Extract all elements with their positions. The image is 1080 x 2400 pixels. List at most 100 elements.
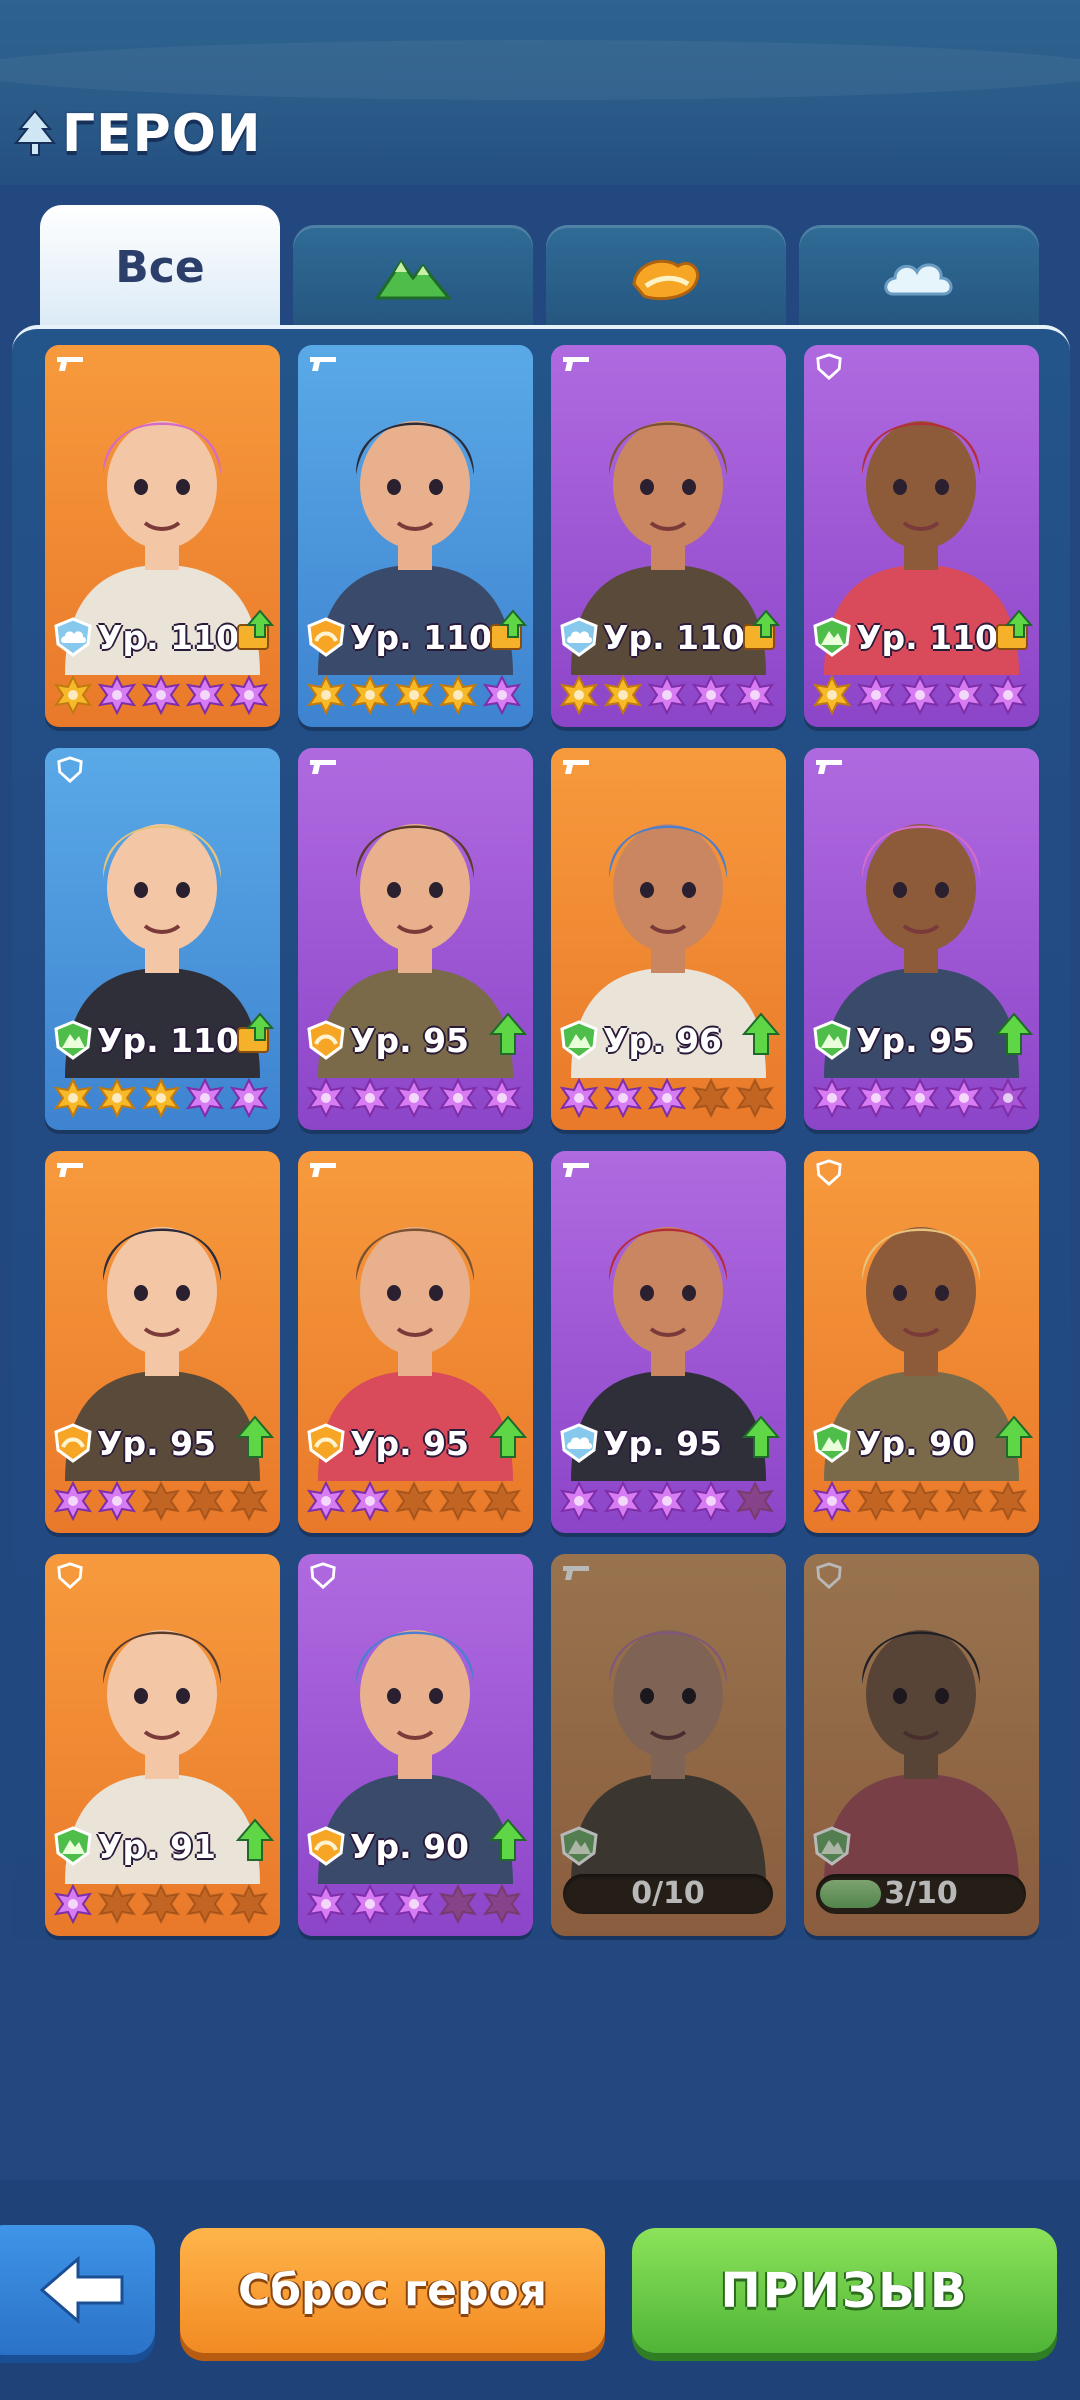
pistol-class-icon: [57, 357, 83, 371]
page-header: ГЕРОИ: [14, 104, 262, 164]
cloud-element-icon: [560, 1423, 598, 1463]
upgrade-arrow-icon[interactable]: [236, 1415, 274, 1459]
upgrade-arrow-icon[interactable]: [742, 1012, 780, 1056]
purple-star-icon: [394, 1078, 434, 1118]
reset-hero-button[interactable]: Сброс героя: [180, 2228, 605, 2353]
purple-star-icon: [306, 1481, 346, 1521]
hero-level: Ур. 95: [603, 1423, 723, 1463]
mountain-element-icon: [813, 1423, 851, 1463]
cloud-element-icon: [54, 617, 92, 657]
hero-card[interactable]: Ур. 90: [804, 1151, 1039, 1533]
shield-class-icon: [57, 756, 83, 784]
hero-level: Ур. 95: [856, 1020, 976, 1060]
upgrade-book-icon[interactable]: [995, 609, 1033, 653]
hero-level: Ур. 96: [603, 1020, 723, 1060]
sun-element-icon: [307, 617, 345, 657]
purple-star-icon: [900, 1078, 940, 1118]
empty-star-icon: [735, 1078, 775, 1118]
hero-stars: [53, 1481, 275, 1521]
purple-star-icon: [900, 675, 940, 715]
hero-stars: [559, 1078, 781, 1118]
gold-star-icon: [559, 675, 599, 715]
hero-card[interactable]: Ур. 95: [298, 748, 533, 1130]
upgrade-book-icon[interactable]: [742, 609, 780, 653]
empty-star-icon: [97, 1884, 137, 1924]
purple-star-icon: [306, 1884, 346, 1924]
pistol-class-icon: [563, 1566, 589, 1580]
pistol-class-icon: [563, 357, 589, 371]
purple-star-icon: [141, 675, 181, 715]
hero-level: Ур. 110: [97, 1020, 239, 1060]
purple-star-icon: [691, 675, 731, 715]
purple-star-icon: [350, 1481, 390, 1521]
hero-card[interactable]: Ур. 110: [298, 345, 533, 727]
hero-stars: [559, 675, 781, 715]
purple-star-icon: [394, 1884, 434, 1924]
purple-star-icon: [691, 1481, 731, 1521]
purple-star-icon: [185, 1078, 225, 1118]
upgrade-book-icon[interactable]: [489, 609, 527, 653]
upgrade-book-icon[interactable]: [236, 1012, 274, 1056]
tab-mountain[interactable]: [293, 225, 533, 330]
mountain-element-icon: [560, 1826, 598, 1866]
purple-star-icon: [812, 1078, 852, 1118]
hero-card[interactable]: Ур. 91: [45, 1554, 280, 1936]
hero-stars: [812, 1481, 1034, 1521]
mountain-element-icon: [813, 1020, 851, 1060]
empty-star-icon: [482, 1884, 522, 1924]
hero-level: Ур. 110: [97, 617, 239, 657]
empty-star-icon: [735, 1481, 775, 1521]
upgrade-arrow-icon[interactable]: [742, 1415, 780, 1459]
hero-card[interactable]: Ур. 110: [551, 345, 786, 727]
empty-star-icon: [988, 1481, 1028, 1521]
shield-class-icon: [816, 353, 842, 381]
element-tabs: Все: [40, 205, 1040, 330]
gold-star-icon: [306, 675, 346, 715]
tab-all[interactable]: Все: [40, 205, 280, 330]
purple-star-icon: [647, 1481, 687, 1521]
upgrade-arrow-icon[interactable]: [995, 1415, 1033, 1459]
upgrade-arrow-icon[interactable]: [236, 1818, 274, 1862]
hero-stars: [53, 1078, 275, 1118]
hero-card[interactable]: 0/10: [551, 1554, 786, 1936]
upgrade-book-icon[interactable]: [236, 609, 274, 653]
cloud-element-icon: [560, 617, 598, 657]
tab-cloud[interactable]: [799, 225, 1039, 330]
purple-star-icon: [559, 1078, 599, 1118]
hero-card[interactable]: Ур. 110: [45, 748, 280, 1130]
upgrade-arrow-icon[interactable]: [489, 1818, 527, 1862]
empty-star-icon: [229, 1884, 269, 1924]
hero-card[interactable]: Ур. 110: [45, 345, 280, 727]
hero-card[interactable]: Ур. 95: [551, 1151, 786, 1533]
hero-stars: [306, 1078, 528, 1118]
hero-level: Ур. 95: [350, 1020, 470, 1060]
purple-star-icon: [735, 675, 775, 715]
purple-star-icon: [482, 675, 522, 715]
hero-card[interactable]: Ур. 95: [804, 748, 1039, 1130]
upgrade-arrow-icon[interactable]: [489, 1415, 527, 1459]
hero-level: Ур. 110: [603, 617, 745, 657]
hero-stars: [812, 1078, 1034, 1118]
tab-all-label: Все: [115, 242, 205, 293]
hero-stars: [812, 675, 1034, 715]
pistol-class-icon: [57, 1163, 83, 1177]
hero-stars: [559, 1481, 781, 1521]
hero-card[interactable]: Ур. 95: [298, 1151, 533, 1533]
hero-level: Ур. 110: [350, 617, 492, 657]
mountain-element-icon: [54, 1020, 92, 1060]
tab-sun[interactable]: [546, 225, 786, 330]
empty-star-icon: [691, 1078, 731, 1118]
hero-card[interactable]: 3/10: [804, 1554, 1039, 1936]
gold-star-icon: [438, 675, 478, 715]
purple-star-icon: [812, 1481, 852, 1521]
gold-star-icon: [97, 1078, 137, 1118]
half-star-icon: [988, 1078, 1028, 1118]
upgrade-arrow-icon[interactable]: [995, 1012, 1033, 1056]
back-button[interactable]: [0, 2225, 155, 2355]
summon-button[interactable]: ПРИЗЫВ: [632, 2228, 1057, 2353]
upgrade-arrow-icon[interactable]: [489, 1012, 527, 1056]
hero-card[interactable]: Ур. 96: [551, 748, 786, 1130]
hero-card[interactable]: Ур. 110: [804, 345, 1039, 727]
hero-card[interactable]: Ур. 90: [298, 1554, 533, 1936]
hero-card[interactable]: Ур. 95: [45, 1151, 280, 1533]
